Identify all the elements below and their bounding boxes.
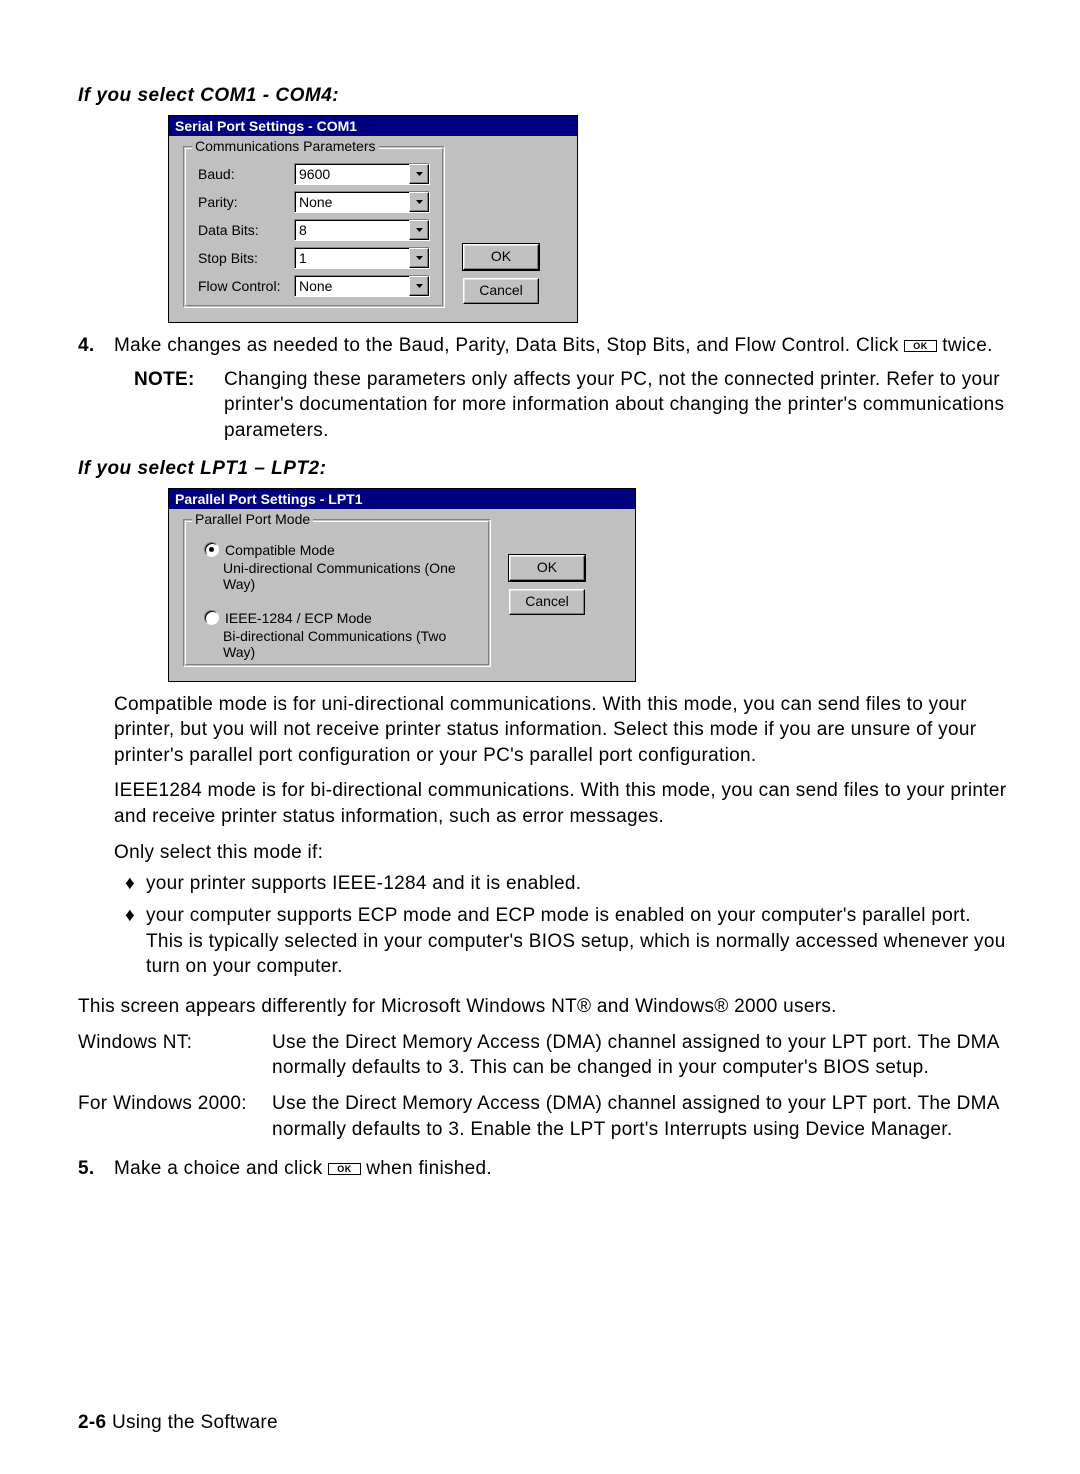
row-windows-2000: For Windows 2000: Use the Direct Memory … <box>78 1091 1010 1142</box>
inline-ok-button: OK <box>328 1163 361 1175</box>
communications-parameters-group: Communications Parameters Baud: 9600 Par… <box>183 146 445 308</box>
chevron-down-icon[interactable] <box>409 164 429 184</box>
step4-text-b: twice. <box>942 335 992 356</box>
parity-label: Parity: <box>198 194 294 210</box>
databits-label: Data Bits: <box>198 222 294 238</box>
chevron-down-icon[interactable] <box>409 192 429 212</box>
cancel-button[interactable]: Cancel <box>463 278 539 304</box>
radio-compatible-mode[interactable]: Compatible Mode <box>204 542 476 558</box>
step5-text-a: Make a choice and click <box>114 1158 328 1179</box>
baud-label: Baud: <box>198 166 294 182</box>
heading-lpt: If you select LPT1 – LPT2: <box>78 458 1010 480</box>
stopbits-label: Stop Bits: <box>198 250 294 266</box>
baud-combo[interactable]: 9600 <box>294 163 430 185</box>
step5-text-b: when finished. <box>366 1158 492 1179</box>
parallel-port-dialog: Parallel Port Settings - LPT1 Parallel P… <box>168 488 636 682</box>
diamond-icon: ♦ <box>114 871 146 897</box>
flowcontrol-value: None <box>295 276 409 296</box>
chevron-down-icon[interactable] <box>409 248 429 268</box>
os-body: Use the Direct Memory Access (DMA) chann… <box>272 1091 1010 1142</box>
step-number: 4. <box>78 333 114 359</box>
os-body: Use the Direct Memory Access (DMA) chann… <box>272 1030 1010 1081</box>
radio-desc: Bi-directional Communications (Two Way) <box>223 628 476 660</box>
inline-ok-button: OK <box>904 340 937 352</box>
footer-title: Using the Software <box>106 1412 278 1433</box>
stopbits-value: 1 <box>295 248 409 268</box>
parity-combo[interactable]: None <box>294 191 430 213</box>
paragraph-compatible: Compatible mode is for uni-directional c… <box>114 692 1010 769</box>
row-windows-nt: Windows NT: Use the Direct Memory Access… <box>78 1030 1010 1081</box>
step-number: 5. <box>78 1156 114 1182</box>
dialog-title: Serial Port Settings - COM1 <box>169 116 577 136</box>
radio-icon <box>204 542 219 557</box>
ok-button[interactable]: OK <box>509 555 585 581</box>
databits-value: 8 <box>295 220 409 240</box>
note-block: NOTE: Changing these parameters only aff… <box>134 367 1010 444</box>
heading-com: If you select COM1 - COM4: <box>78 85 1010 107</box>
paragraph-screen-differs: This screen appears differently for Micr… <box>78 994 1010 1020</box>
note-label: NOTE: <box>134 367 224 444</box>
note-body: Changing these parameters only affects y… <box>224 367 1010 444</box>
paragraph-ieee1284: IEEE1284 mode is for bi-directional comm… <box>114 778 1010 829</box>
chevron-down-icon[interactable] <box>409 276 429 296</box>
ok-button[interactable]: OK <box>463 244 539 270</box>
dialog-title: Parallel Port Settings - LPT1 <box>169 489 635 509</box>
bullet-item: ♦ your computer supports ECP mode and EC… <box>114 903 1010 980</box>
radio-label: Compatible Mode <box>225 542 335 558</box>
databits-combo[interactable]: 8 <box>294 219 430 241</box>
radio-desc: Uni-directional Communications (One Way) <box>223 560 476 592</box>
parity-value: None <box>295 192 409 212</box>
os-label: For Windows 2000: <box>78 1091 272 1142</box>
group-title: Communications Parameters <box>192 138 379 154</box>
parallel-port-mode-group: Parallel Port Mode Compatible Mode Uni-d… <box>183 519 491 667</box>
paragraph-only-if: Only select this mode if: <box>114 840 1010 866</box>
flowcontrol-combo[interactable]: None <box>294 275 430 297</box>
step4-text-a: Make changes as needed to the Baud, Pari… <box>114 335 904 356</box>
step-5: 5. Make a choice and click OK when finis… <box>78 1156 1010 1182</box>
group-title: Parallel Port Mode <box>192 511 313 527</box>
serial-port-dialog: Serial Port Settings - COM1 Communicatio… <box>168 115 578 323</box>
radio-ieee1284-mode[interactable]: IEEE-1284 / ECP Mode <box>204 610 476 626</box>
bullet-item: ♦ your printer supports IEEE-1284 and it… <box>114 871 1010 897</box>
stopbits-combo[interactable]: 1 <box>294 247 430 269</box>
baud-value: 9600 <box>295 164 409 184</box>
flowcontrol-label: Flow Control: <box>198 278 294 294</box>
cancel-button[interactable]: Cancel <box>509 589 585 615</box>
bullet-text: your printer supports IEEE-1284 and it i… <box>146 871 1010 897</box>
diamond-icon: ♦ <box>114 903 146 980</box>
os-label: Windows NT: <box>78 1030 272 1081</box>
page-footer: 2-6 Using the Software <box>78 1412 1010 1434</box>
bullet-text: your computer supports ECP mode and ECP … <box>146 903 1010 980</box>
radio-icon <box>204 610 219 625</box>
step-4: 4. Make changes as needed to the Baud, P… <box>78 333 1010 359</box>
chevron-down-icon[interactable] <box>409 220 429 240</box>
radio-label: IEEE-1284 / ECP Mode <box>225 610 372 626</box>
page-number: 2-6 <box>78 1412 106 1433</box>
